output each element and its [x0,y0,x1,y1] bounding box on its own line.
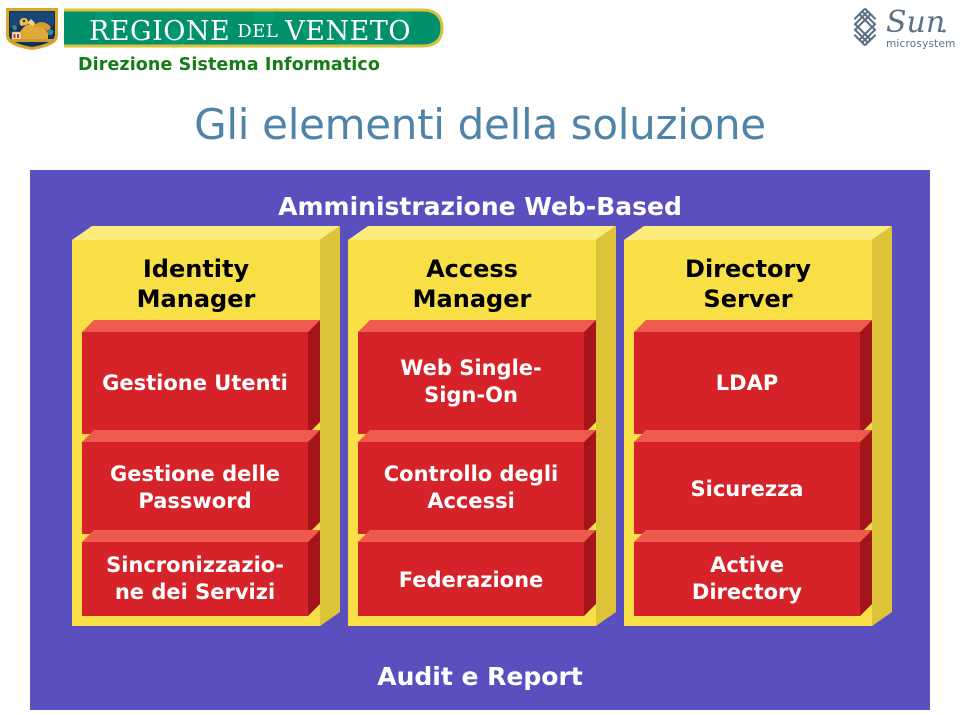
item-front-face [358,442,584,534]
item-gestione-password[interactable]: Gestione delle Password [82,430,320,534]
item-label-line1: LDAP [716,371,778,395]
item-side-bevel [584,320,596,434]
item-label-line2: Accessi [427,489,515,513]
sun-subtext: microsystems [886,38,956,50]
item-side-bevel [308,430,320,534]
column-side-face [320,226,340,626]
item-label-line1: Federazione [399,568,544,592]
item-top-bevel [82,430,320,442]
page-title: Gli elementi della soluzione [194,100,766,149]
column-title-line2: Manager [413,285,532,313]
item-side-bevel [860,530,872,616]
item-side-bevel [584,530,596,616]
column-side-face [872,226,892,626]
item-label-line2: Sign-On [424,383,518,407]
column-access-manager[interactable]: Access Manager Web Single- Sign-On Contr… [348,226,616,626]
item-top-bevel [634,320,872,332]
item-side-bevel [860,320,872,434]
item-label-line1: Controllo degli [384,462,558,486]
item-top-bevel [634,430,872,442]
item-web-single-sign-on[interactable]: Web Single- Sign-On [358,320,596,434]
item-label-line1: Gestione delle [110,462,280,486]
column-identity-manager[interactable]: Identity Manager Gestione Utenti Gestion… [72,226,340,626]
item-label-line2: ne dei Servizi [115,580,275,604]
item-side-bevel [308,320,320,434]
sun-wordmark: Sun [886,5,945,40]
column-directory-server[interactable]: Directory Server LDAP Sicurezza Active D… [624,226,892,626]
top-banner-label: Amministrazione Web-Based [278,192,682,221]
banner-label: REGIONE DEL VENETO [89,16,411,47]
item-top-bevel [82,530,320,542]
item-label-line1: Sicurezza [691,477,804,501]
item-side-bevel [860,430,872,534]
column-title-line1: Identity [143,255,250,283]
item-ldap[interactable]: LDAP [634,320,872,434]
bottom-banner-label: Audit e Report [377,662,583,691]
item-controllo-accessi[interactable]: Controllo degli Accessi [358,430,596,534]
veneto-lion-crest-icon [6,8,58,50]
item-label-line2: Directory [692,580,802,604]
diagram-canvas: Amministrazione Web-Based Audit e Report… [30,170,930,710]
column-title-line1: Directory [685,255,811,283]
item-label-line2: Password [138,489,251,513]
column-title-line2: Server [703,285,792,313]
column-top-face [348,226,616,240]
solution-elements-diagram: Amministrazione Web-Based Audit e Report… [30,170,930,710]
item-active-directory[interactable]: Active Directory [634,530,872,616]
item-sicurezza[interactable]: Sicurezza [634,430,872,534]
item-side-bevel [584,430,596,534]
column-title-line2: Manager [137,285,256,313]
page-header: REGIONE DEL VENETO Direzione Sistema Infor… [0,0,960,92]
item-federazione[interactable]: Federazione [358,530,596,616]
column-top-face [72,226,340,240]
item-label-line1: Gestione Utenti [102,371,288,395]
item-gestione-utenti[interactable]: Gestione Utenti [82,320,320,434]
column-side-face [596,226,616,626]
item-top-bevel [358,430,596,442]
item-top-bevel [358,530,596,542]
sun-microsystems-logo-icon: Sun microsystems [853,5,956,50]
item-front-face [82,442,308,534]
item-sincronizzazione-servizi[interactable]: Sincronizzazio- ne dei Servizi [82,530,320,616]
department-label: Direzione Sistema Informatico [78,55,380,75]
item-side-bevel [308,530,320,616]
column-top-face [624,226,892,240]
item-top-bevel [82,320,320,332]
item-top-bevel [634,530,872,542]
column-title-line1: Access [426,255,518,283]
item-label-line1: Active [710,553,784,577]
item-label-line1: Sincronizzazio- [106,553,284,577]
item-label-line1: Web Single- [400,356,541,380]
item-top-bevel [358,320,596,332]
regione-veneto-banner: REGIONE DEL VENETO [64,8,444,48]
